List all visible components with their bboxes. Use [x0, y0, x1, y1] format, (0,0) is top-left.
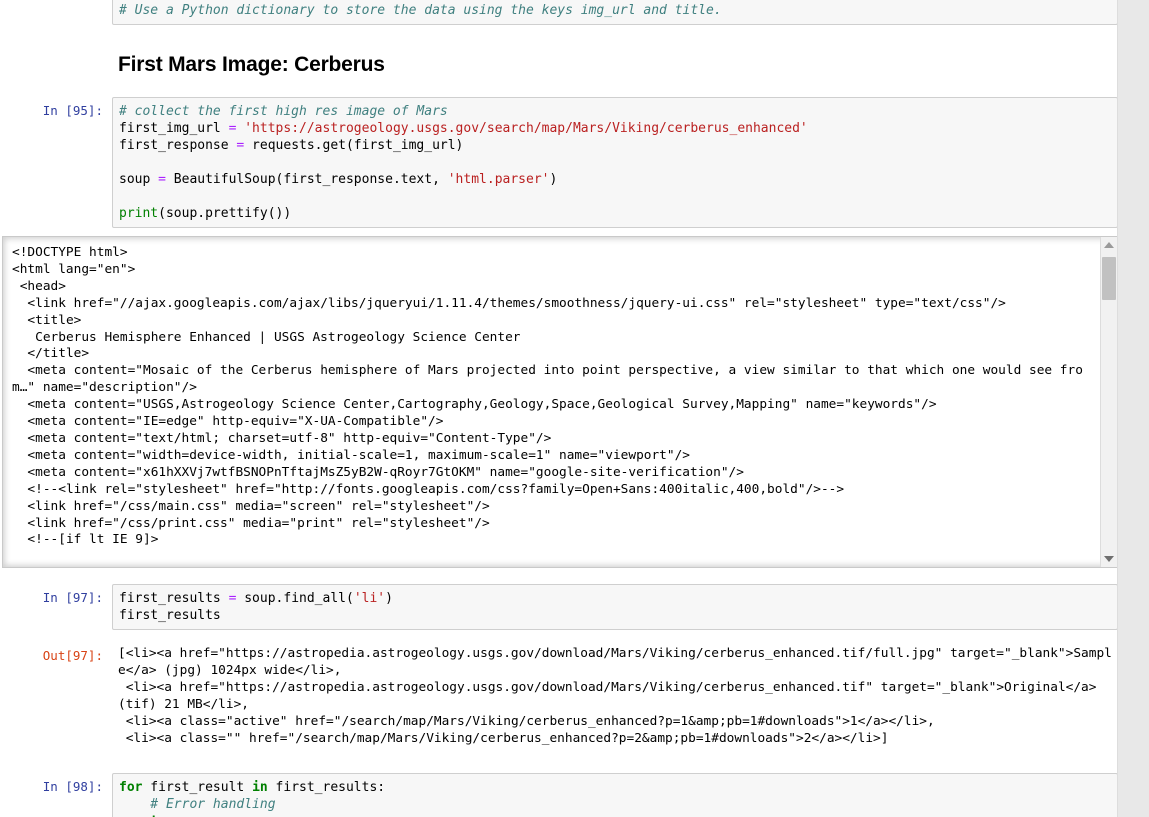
- code-name: first_img_url: [119, 121, 221, 136]
- stdout-text: <!DOCTYPE html> <html lang="en"> <head> …: [12, 245, 1083, 548]
- code-text-97: first_results = soup.find_all('li') firs…: [119, 590, 1113, 624]
- code-text: # and the Hemisphere title containing th…: [119, 0, 1113, 19]
- output-scroll-container[interactable]: <!DOCTYPE html> <html lang="en"> <head> …: [2, 236, 1118, 568]
- code-input-area-97[interactable]: first_results = soup.find_all('li') firs…: [112, 584, 1118, 630]
- code-expr: requests.get(first_img_url): [244, 138, 464, 153]
- prompt-in-95[interactable]: In [95]:: [0, 97, 112, 119]
- code-expr: soup.find_all(: [236, 591, 354, 606]
- code-name: first_results: [119, 591, 221, 606]
- code-expr: first_results:: [267, 780, 386, 796]
- code-operator: =: [158, 172, 166, 187]
- comment-line-2: # Use a Python dictionary to store the d…: [119, 3, 722, 18]
- code-input-area-98[interactable]: for first_result in first_results: # Err…: [112, 773, 1118, 817]
- notebook-page: # and the Hemisphere title containing th…: [0, 0, 1149, 817]
- right-gutter: [1117, 0, 1149, 817]
- prompt-empty: [0, 0, 112, 1]
- code-comment: # collect the first high res image of Ma…: [119, 104, 448, 119]
- code-name: soup: [119, 172, 151, 187]
- code-operator: =: [228, 121, 237, 136]
- code-keyword: in: [252, 780, 268, 796]
- output-area-95: <!DOCTYPE html> <html lang="en"> <head> …: [0, 236, 1118, 568]
- code-expr: (soup.prettify()): [158, 206, 292, 221]
- prompt-out-97: Out[97]:: [42, 648, 103, 663]
- code-name: first_results: [119, 608, 221, 623]
- page-title: First Mars Image: Cerberus: [118, 53, 385, 76]
- code-expr: ): [549, 172, 558, 187]
- code-name: first_response: [119, 138, 229, 153]
- scroll-down-arrow-icon[interactable]: [1101, 551, 1117, 567]
- code-string: 'https://astrogeology.usgs.gov/search/ma…: [244, 121, 808, 136]
- notebook-cell-out-97: Out[97]: [<li><a href="https://astropedi…: [0, 642, 1118, 749]
- code-keyword: for: [119, 780, 143, 796]
- notebook-cell-top-comment[interactable]: # and the Hemisphere title containing th…: [0, 0, 1118, 25]
- code-input-area-95[interactable]: # collect the first high res image of Ma…: [112, 97, 1118, 228]
- result-text: [<li><a href="https://astropedia.astroge…: [118, 646, 1112, 746]
- comment-line-1: # and the Hemisphere title containing th…: [119, 0, 573, 1]
- scrollbar-thumb[interactable]: [1102, 257, 1116, 300]
- code-text-98: for first_result in first_results: # Err…: [119, 779, 1113, 817]
- notebook-content: # and the Hemisphere title containing th…: [0, 0, 1118, 817]
- output-scroll-inner: <!DOCTYPE html> <html lang="en"> <head> …: [3, 237, 1099, 567]
- code-comment: # Error handling: [119, 797, 276, 813]
- code-input-area[interactable]: # and the Hemisphere title containing th…: [112, 0, 1118, 25]
- code-text-95: # collect the first high res image of Ma…: [119, 103, 1113, 222]
- code-name: first_result: [142, 780, 253, 796]
- markdown-body: First Mars Image: Cerberus: [112, 53, 1118, 77]
- scroll-up-arrow-icon[interactable]: [1101, 237, 1117, 253]
- notebook-cell-markdown-heading[interactable]: First Mars Image: Cerberus: [0, 53, 1118, 77]
- notebook-cell-in-98[interactable]: In [98]: for first_result in first_resul…: [0, 773, 1118, 817]
- notebook-cell-in-97[interactable]: In [97]: first_results = soup.find_all('…: [0, 584, 1118, 630]
- output-result-area-97: [<li><a href="https://astropedia.astroge…: [112, 642, 1118, 749]
- prompt-in-98[interactable]: In [98]:: [0, 773, 112, 795]
- code-builtin: print: [119, 206, 159, 221]
- code-expr: ): [385, 591, 393, 606]
- code-string: 'li': [353, 591, 386, 606]
- code-expr: BeautifulSoup(first_response.text,: [165, 172, 448, 187]
- notebook-cell-in-95[interactable]: In [95]: # collect the first high res im…: [0, 97, 1118, 228]
- vertical-scrollbar[interactable]: [1100, 237, 1117, 567]
- code-string: 'html.parser': [447, 172, 550, 187]
- prompt-empty: [0, 53, 112, 77]
- prompt-in-97[interactable]: In [97]:: [0, 584, 112, 606]
